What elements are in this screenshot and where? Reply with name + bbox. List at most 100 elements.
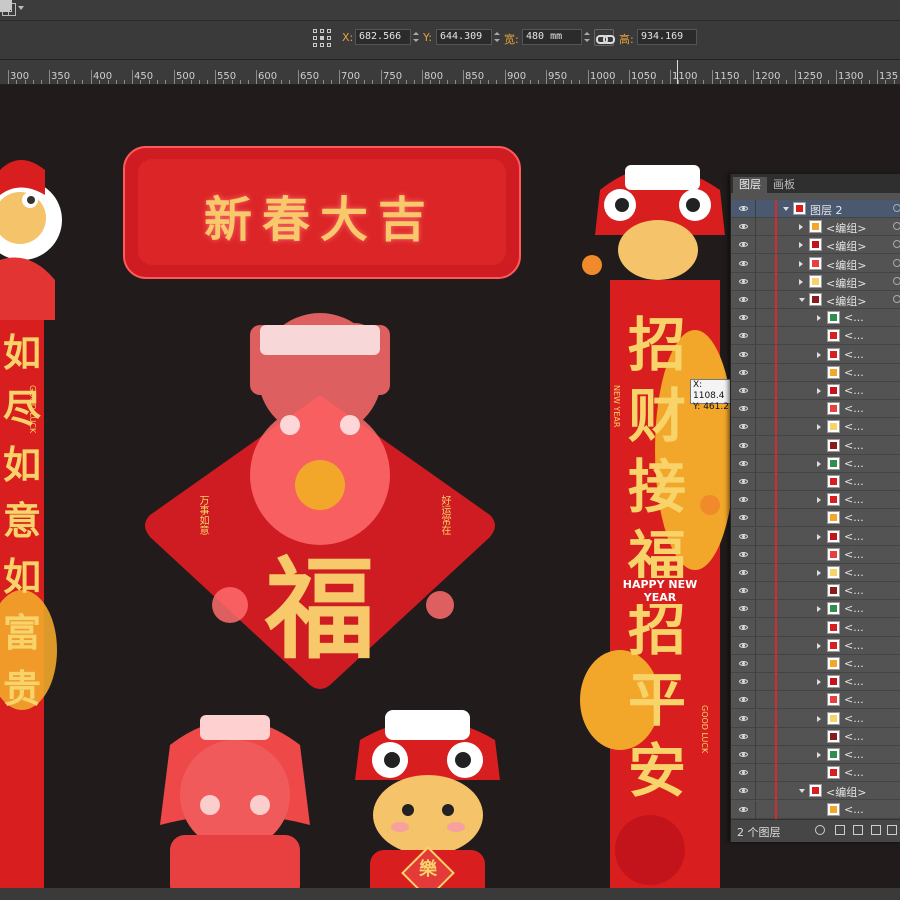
visibility-eye-icon[interactable]	[739, 260, 748, 266]
visibility-eye-icon[interactable]	[739, 242, 748, 248]
visibility-eye-icon[interactable]	[739, 206, 748, 211]
sublayer-row[interactable]: <...	[731, 618, 900, 637]
height-field[interactable]: 934.169	[637, 29, 697, 45]
expand-triangle-icon[interactable]	[817, 606, 821, 613]
sublayer-row[interactable]: <...	[731, 309, 900, 328]
sublayer-row[interactable]: <...	[731, 473, 900, 491]
sublayer-row[interactable]: <...	[731, 764, 900, 783]
sublayer-row[interactable]: <...	[731, 418, 900, 437]
sublayer-row[interactable]: <...	[731, 509, 900, 528]
visibility-eye-icon[interactable]	[739, 661, 748, 666]
visibility-eye-icon[interactable]	[739, 278, 748, 284]
sublayer-row[interactable]: <...	[731, 454, 900, 473]
visibility-eye-icon[interactable]	[739, 570, 748, 575]
visibility-eye-icon[interactable]	[739, 715, 748, 721]
sublayer-row[interactable]: <...	[731, 363, 900, 382]
expand-triangle-icon[interactable]	[817, 715, 821, 722]
delete-layer-icon[interactable]	[887, 825, 897, 835]
visibility-eye-icon[interactable]	[739, 406, 748, 412]
sublayer-row[interactable]: <...	[731, 636, 900, 655]
tab-layers[interactable]: 图层	[733, 177, 767, 193]
y-spinner-icon[interactable]	[493, 29, 501, 45]
expand-triangle-icon[interactable]	[817, 533, 821, 540]
reference-point-icon[interactable]	[313, 29, 331, 47]
visibility-eye-icon[interactable]	[739, 315, 748, 321]
sublayer-row[interactable]: <...	[731, 709, 900, 728]
tab-artboards[interactable]: 画板	[767, 177, 801, 193]
target-circle-icon[interactable]	[893, 204, 900, 212]
sublayer-row[interactable]: <编组>	[731, 272, 900, 291]
visibility-eye-icon[interactable]	[739, 752, 748, 757]
expand-triangle-icon[interactable]	[799, 242, 803, 249]
x-spinner-icon[interactable]	[412, 29, 420, 45]
expand-triangle-icon[interactable]	[799, 260, 803, 267]
target-circle-icon[interactable]	[893, 240, 900, 249]
expand-triangle-icon[interactable]	[799, 278, 803, 285]
expand-triangle-icon[interactable]	[799, 224, 803, 231]
target-circle-icon[interactable]	[893, 276, 900, 285]
x-field[interactable]: 682.566	[355, 29, 411, 45]
visibility-eye-icon[interactable]	[739, 497, 748, 503]
sublayer-row[interactable]: <...	[731, 727, 900, 746]
expand-triangle-open-icon[interactable]	[783, 207, 789, 211]
layer-row[interactable]: 图层 2	[731, 200, 900, 218]
visibility-eye-icon[interactable]	[739, 642, 748, 648]
expand-triangle-icon[interactable]	[817, 642, 821, 649]
visibility-eye-icon[interactable]	[739, 533, 748, 539]
new-sublayer-icon[interactable]	[853, 825, 863, 835]
sublayer-row[interactable]: <...	[731, 400, 900, 419]
visibility-eye-icon[interactable]	[739, 515, 748, 521]
target-circle-icon[interactable]	[893, 258, 900, 267]
visibility-eye-icon[interactable]	[739, 333, 748, 339]
visibility-eye-icon[interactable]	[739, 697, 748, 703]
visibility-eye-icon[interactable]	[739, 351, 748, 357]
sublayer-row[interactable]: <...	[731, 746, 900, 764]
locate-object-icon[interactable]	[815, 825, 825, 835]
expand-triangle-icon[interactable]	[817, 351, 821, 358]
visibility-eye-icon[interactable]	[739, 806, 748, 812]
sublayer-row[interactable]: <编组>	[731, 236, 900, 255]
expand-triangle-icon[interactable]	[817, 460, 821, 467]
sublayer-row[interactable]: <...	[731, 564, 900, 582]
new-layer-icon[interactable]	[871, 825, 881, 835]
visibility-eye-icon[interactable]	[739, 369, 748, 375]
expand-triangle-icon[interactable]	[817, 679, 821, 686]
sublayer-row[interactable]: <...	[731, 382, 900, 400]
expand-triangle-icon[interactable]	[817, 388, 821, 394]
visibility-eye-icon[interactable]	[739, 606, 748, 612]
scrollbar-horizontal[interactable]	[0, 888, 900, 900]
visibility-eye-icon[interactable]	[739, 770, 748, 776]
target-circle-icon[interactable]	[893, 222, 900, 231]
sublayer-row[interactable]: <...	[731, 491, 900, 510]
expand-triangle-icon[interactable]	[817, 570, 821, 576]
sublayer-row[interactable]: <...	[731, 600, 900, 619]
sublayer-row[interactable]: <...	[731, 655, 900, 673]
sublayer-row[interactable]: <...	[731, 545, 900, 564]
visibility-eye-icon[interactable]	[739, 624, 748, 630]
sublayer-row[interactable]: <编组>	[731, 254, 900, 273]
sublayer-row[interactable]: <...	[731, 345, 900, 364]
sublayer-row[interactable]: <...	[731, 673, 900, 692]
visibility-eye-icon[interactable]	[739, 733, 748, 739]
expand-triangle-icon[interactable]	[817, 315, 821, 322]
sublayer-row[interactable]: <...	[731, 327, 900, 346]
width-spinner-icon[interactable]	[583, 29, 591, 45]
visibility-eye-icon[interactable]	[739, 224, 748, 230]
width-field[interactable]: 480 mm	[522, 29, 582, 45]
y-field[interactable]: 644.309	[436, 29, 492, 45]
sublayer-row[interactable]: <编组>	[731, 291, 900, 309]
visibility-eye-icon[interactable]	[739, 424, 748, 430]
sublayer-row[interactable]: <...	[731, 527, 900, 546]
target-circle-icon[interactable]	[893, 295, 900, 303]
visibility-eye-icon[interactable]	[739, 479, 748, 484]
expand-triangle-icon[interactable]	[817, 424, 821, 431]
make-clipping-mask-icon[interactable]	[835, 825, 845, 835]
sublayer-row[interactable]: <...	[731, 436, 900, 455]
visibility-eye-icon[interactable]	[739, 679, 748, 685]
chevron-down-icon[interactable]	[18, 6, 24, 10]
visibility-eye-icon[interactable]	[739, 388, 748, 393]
visibility-eye-icon[interactable]	[739, 460, 748, 466]
expand-triangle-icon[interactable]	[817, 497, 821, 504]
sublayer-row[interactable]: <...	[731, 582, 900, 601]
visibility-eye-icon[interactable]	[739, 442, 748, 448]
